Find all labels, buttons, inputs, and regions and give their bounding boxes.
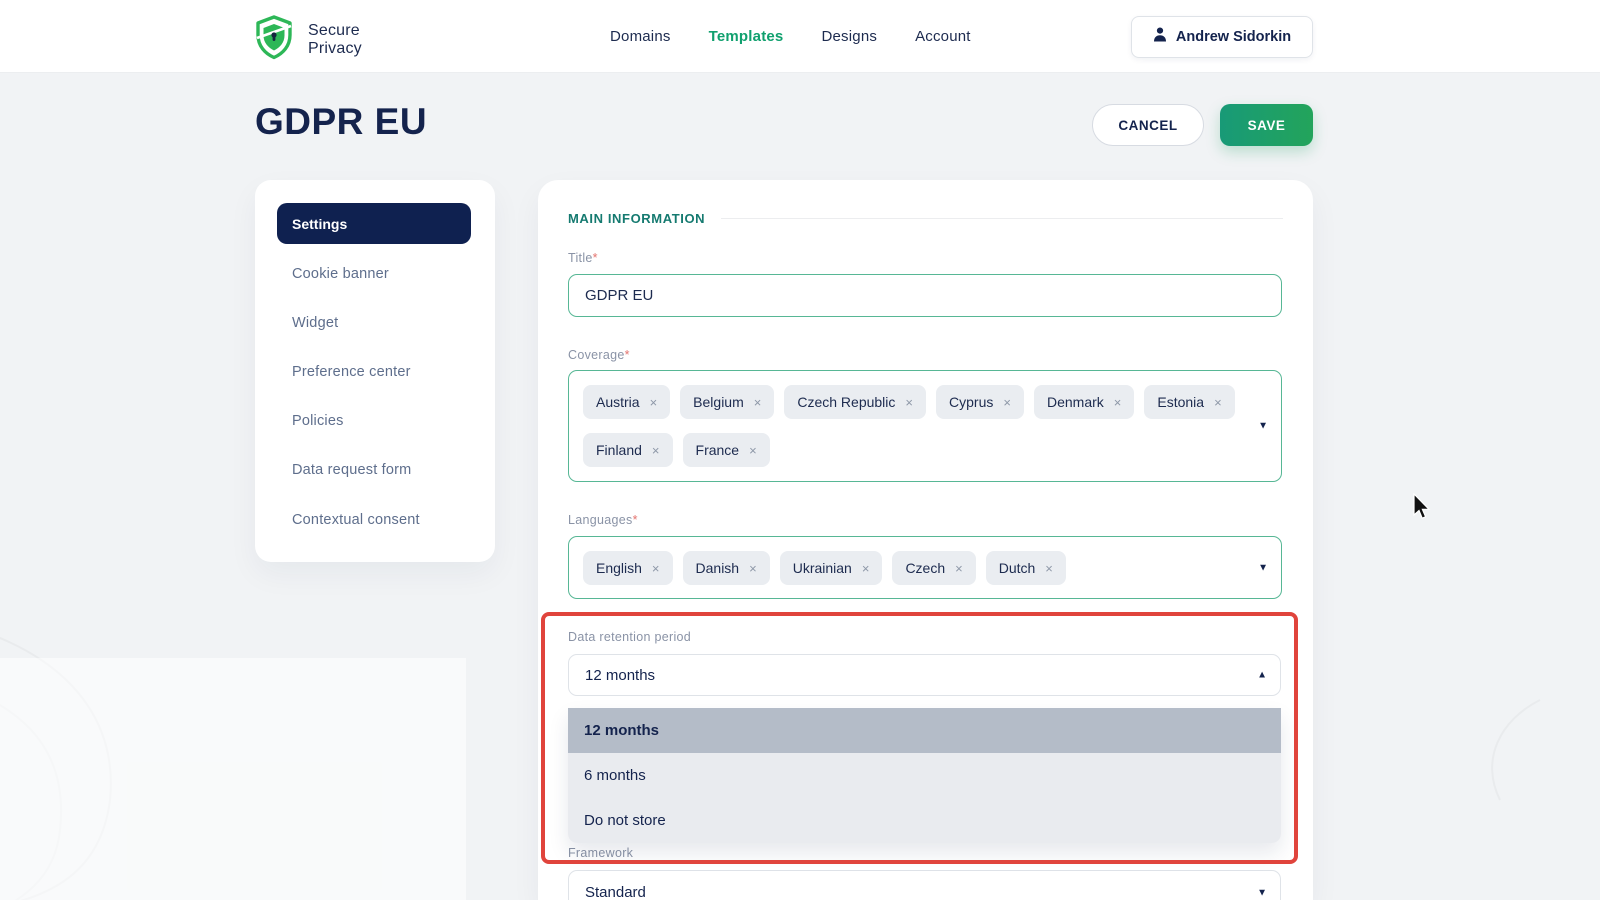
coverage-tag: Estonia × [1144, 385, 1235, 419]
settings-form-card: MAIN INFORMATION Title* Coverage* Austri… [538, 180, 1313, 900]
remove-tag-icon[interactable]: × [1214, 395, 1222, 410]
framework-selected-value: Standard [585, 884, 646, 900]
remove-tag-icon[interactable]: × [955, 561, 963, 576]
sidebar-item-preference-center[interactable]: Preference center [292, 364, 472, 384]
nav-designs[interactable]: Designs [821, 28, 877, 45]
user-name: Andrew Sidorkin [1175, 29, 1292, 45]
language-tag: Dutch × [985, 551, 1066, 585]
coverage-tag: Belgium × [680, 385, 775, 419]
title-input[interactable] [568, 274, 1282, 317]
mouse-cursor [1413, 492, 1435, 528]
nav-domains[interactable]: Domains [610, 28, 671, 45]
save-button[interactable]: SAVE [1220, 104, 1313, 146]
sidebar-item-contextual-consent[interactable]: Contextual consent [292, 512, 472, 532]
languages-multiselect[interactable]: English × Danish × Ukrainian × Czech × Dutch… [568, 536, 1282, 599]
remove-tag-icon[interactable]: × [1114, 395, 1122, 410]
shield-lock-icon [253, 14, 295, 65]
user-menu-button[interactable]: Andrew Sidorkin [1131, 16, 1313, 58]
languages-label: Languages* [568, 513, 638, 527]
remove-tag-icon[interactable]: × [862, 561, 870, 576]
coverage-tag: Denmark × [1033, 385, 1135, 419]
brand-logo[interactable]: Secure Privacy [253, 14, 362, 65]
nav-templates[interactable]: Templates [709, 28, 784, 45]
retention-dropdown-list: 12 months 6 months Do not store [568, 708, 1281, 843]
brand-name: Secure Privacy [308, 21, 362, 57]
required-mark: * [632, 513, 638, 527]
sidebar-item-policies[interactable]: Policies [292, 413, 472, 433]
framework-select[interactable]: Standard ▼ [568, 870, 1281, 900]
sidebar-item-cookie-banner[interactable]: Cookie banner [292, 266, 472, 286]
retention-option-12-months[interactable]: 12 months [568, 708, 1281, 753]
cancel-button[interactable]: CANCEL [1092, 104, 1204, 146]
required-mark: * [624, 348, 630, 362]
coverage-multiselect[interactable]: Austria × Belgium × Czech Republic × Cyprus… [568, 370, 1282, 482]
main-nav: Domains Templates Designs Account [610, 0, 971, 73]
retention-label: Data retention period [568, 630, 692, 644]
remove-tag-icon[interactable]: × [1045, 561, 1053, 576]
required-mark: * [592, 251, 598, 265]
language-tag: Czech × [892, 551, 976, 585]
retention-option-do-not-store[interactable]: Do not store [568, 798, 1281, 843]
user-icon [1153, 27, 1167, 47]
coverage-tag: Czech Republic × [784, 385, 927, 419]
remove-tag-icon[interactable]: × [905, 395, 913, 410]
nav-account[interactable]: Account [915, 28, 971, 45]
coverage-tag: Austria × [583, 385, 671, 419]
retention-option-6-months[interactable]: 6 months [568, 753, 1281, 798]
chevron-up-icon[interactable]: ▲ [1257, 670, 1267, 681]
remove-tag-icon[interactable]: × [652, 443, 660, 458]
remove-tag-icon[interactable]: × [749, 443, 757, 458]
coverage-label: Coverage* [568, 348, 630, 362]
remove-tag-icon[interactable]: × [749, 561, 757, 576]
language-tag: Ukrainian × [779, 551, 883, 585]
coverage-tag: France × [682, 433, 770, 467]
chevron-down-icon[interactable]: ▼ [1258, 562, 1268, 573]
language-tag: Danish × [682, 551, 770, 585]
page-title: GDPR EU [255, 101, 428, 142]
coverage-tag: Cyprus × [936, 385, 1024, 419]
section-divider [721, 218, 1283, 219]
framework-label: Framework [568, 846, 634, 860]
title-label: Title* [568, 251, 598, 265]
remove-tag-icon[interactable]: × [650, 395, 658, 410]
retention-select[interactable]: 12 months ▲ [568, 654, 1281, 696]
settings-sidebar: Settings Cookie banner Widget Preference… [255, 180, 495, 562]
section-title: MAIN INFORMATION [568, 211, 706, 226]
sidebar-item-settings[interactable]: Settings [277, 203, 471, 244]
sidebar-item-data-request-form[interactable]: Data request form [292, 462, 472, 482]
app-header: Secure Privacy Domains Templates Designs… [0, 0, 1600, 73]
language-tag: English × [583, 551, 673, 585]
remove-tag-icon[interactable]: × [1003, 395, 1011, 410]
retention-selected-value: 12 months [585, 666, 656, 684]
chevron-down-icon[interactable]: ▼ [1258, 421, 1268, 432]
remove-tag-icon[interactable]: × [754, 395, 762, 410]
coverage-tag: Finland × [583, 433, 673, 467]
chevron-down-icon[interactable]: ▼ [1257, 887, 1267, 898]
remove-tag-icon[interactable]: × [652, 561, 660, 576]
sidebar-item-widget[interactable]: Widget [292, 315, 472, 335]
